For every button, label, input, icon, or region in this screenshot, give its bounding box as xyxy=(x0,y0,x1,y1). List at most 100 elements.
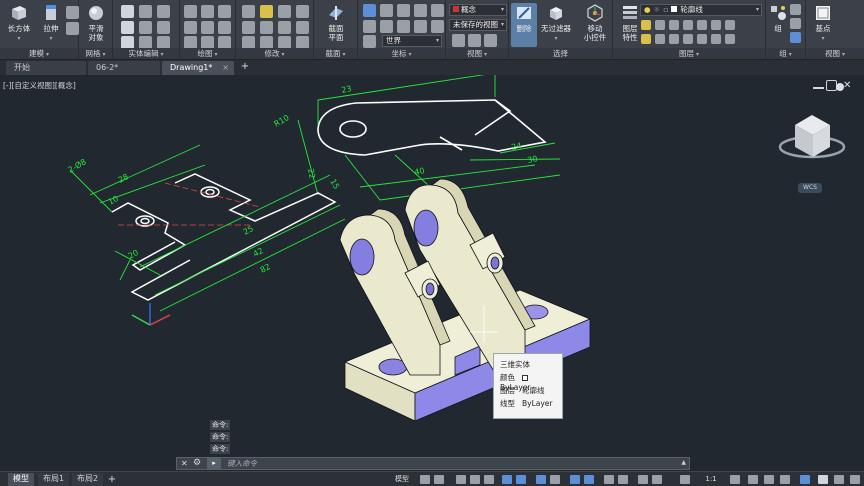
group-button[interactable]: 组 xyxy=(768,3,788,47)
model-space-button[interactable]: 模型 xyxy=(393,474,411,485)
annotation-scale-value[interactable]: 1:1 xyxy=(704,474,718,485)
ucs-tool-2[interactable] xyxy=(380,4,393,17)
ucs-tool-8[interactable] xyxy=(397,20,410,33)
circle-tool[interactable] xyxy=(218,5,231,18)
layer-tool-1[interactable] xyxy=(641,20,651,30)
ucs-tool-10[interactable] xyxy=(431,20,444,33)
solid-tool-3[interactable] xyxy=(157,5,170,18)
layer-tool-3[interactable] xyxy=(669,20,679,30)
units-icon[interactable] xyxy=(764,475,774,484)
ucs-tool-4[interactable] xyxy=(414,4,427,17)
panel-title-layers[interactable]: 图层 ▾ xyxy=(613,48,765,59)
ucs-combo[interactable]: 世界 ▾ xyxy=(382,35,442,47)
rotate-tool[interactable] xyxy=(260,5,273,18)
box-button[interactable]: 长方体 ▾ xyxy=(4,3,34,47)
ucs-tool-9[interactable] xyxy=(414,20,427,33)
ucs-tool-5[interactable] xyxy=(431,4,444,17)
osnap-tracking-icon[interactable] xyxy=(502,475,512,484)
ucs-tool-6[interactable] xyxy=(363,20,376,33)
panel-title-solid-edit[interactable]: 实体编辑 ▾ xyxy=(113,48,179,59)
delete-button[interactable]: 删除 xyxy=(511,3,537,47)
viewcube[interactable] xyxy=(778,83,846,159)
wcs-menu[interactable]: WCS xyxy=(798,183,822,193)
panel-title-mesh[interactable]: 网格 ▾ xyxy=(79,48,112,59)
layer-combo[interactable]: ● ☼ ▫ 轮廓线 ▾ xyxy=(640,4,762,16)
workspace-gear-icon[interactable] xyxy=(730,475,740,484)
section-plane-button[interactable]: 截面 平面 xyxy=(321,3,351,47)
snap-icon[interactable] xyxy=(434,475,444,484)
panel-title-view-base[interactable]: 视图 ▾ xyxy=(806,48,864,59)
new-tab-button[interactable]: + xyxy=(238,61,252,74)
modeling-tool-2[interactable] xyxy=(66,22,79,35)
osnap-icon[interactable] xyxy=(516,475,526,484)
move-tool[interactable] xyxy=(242,5,255,18)
solid-union-tool[interactable] xyxy=(121,5,134,18)
arc-tool[interactable] xyxy=(184,21,197,34)
quick-properties-icon[interactable] xyxy=(780,475,790,484)
annotation-monitor-icon[interactable] xyxy=(748,475,758,484)
visual-style-combo[interactable]: 概念 ▾ xyxy=(449,4,507,16)
panel-title-draw[interactable]: 绘图 ▾ xyxy=(180,48,235,59)
viewcube-home-icon[interactable] xyxy=(836,83,844,91)
lineweight-icon[interactable] xyxy=(604,475,614,484)
annotation-scale-icon[interactable] xyxy=(680,475,690,484)
panel-title-coordinates[interactable]: 坐标 ▾ xyxy=(358,48,445,59)
view-tool-2[interactable] xyxy=(468,34,481,47)
layer-tool-13[interactable] xyxy=(711,34,721,44)
solid-tool-2[interactable] xyxy=(139,5,152,18)
drawing-viewport[interactable]: [-][自定义视图][概念] ✕ 23 R10 22 24 30 40 15 2… xyxy=(0,75,864,455)
ucs-tool-3[interactable] xyxy=(397,4,410,17)
view-tool-1[interactable] xyxy=(452,34,465,47)
selection-filter-icon[interactable] xyxy=(570,475,580,484)
layer-tool-8[interactable] xyxy=(641,34,651,44)
isolate-objects-icon[interactable] xyxy=(800,475,810,484)
layer-tool-10[interactable] xyxy=(669,34,679,44)
group-tool-2[interactable] xyxy=(790,18,801,29)
saved-view-combo[interactable]: 未保存的视图 ▾ xyxy=(449,19,507,31)
fillet-tool[interactable] xyxy=(278,21,291,34)
layer-tool-14[interactable] xyxy=(725,34,735,44)
tab-start[interactable]: 开始 xyxy=(6,61,86,75)
tab-model[interactable]: 模型 xyxy=(8,473,34,486)
ucs-tool-1[interactable] xyxy=(363,4,376,17)
command-history-toggle-icon[interactable]: ▲ xyxy=(681,459,686,466)
panel-title-modify[interactable]: 修改 ▾ xyxy=(236,48,313,59)
panel-title-groups[interactable]: 组 ▾ xyxy=(766,48,805,59)
tab-drawing1[interactable]: Drawing1* × xyxy=(162,61,234,75)
hardware-acceleration-icon[interactable] xyxy=(818,475,828,484)
polyline-tool[interactable] xyxy=(201,5,214,18)
3d-osnap-icon[interactable] xyxy=(536,475,546,484)
no-filter-button[interactable]: 无过滤器 ▾ xyxy=(539,3,573,47)
selection-cycling-icon[interactable] xyxy=(638,475,648,484)
polar-icon[interactable] xyxy=(470,475,480,484)
tab-layout1[interactable]: 布局1 xyxy=(38,473,70,486)
extrude-button[interactable]: 拉伸 ▾ xyxy=(36,3,66,47)
annotation-visibility-icon[interactable] xyxy=(652,475,662,484)
layer-tool-11[interactable] xyxy=(683,34,693,44)
view-tool-3[interactable] xyxy=(484,34,497,47)
modify-tool-4[interactable] xyxy=(296,5,309,18)
trim-tool[interactable] xyxy=(278,5,291,18)
dynamic-ucs-icon[interactable] xyxy=(550,475,560,484)
layer-tool-12[interactable] xyxy=(697,34,707,44)
add-layout-button[interactable]: + xyxy=(106,474,118,485)
copy-tool[interactable] xyxy=(242,21,255,34)
gizmo-status-icon[interactable] xyxy=(584,475,594,484)
group-tool-1[interactable] xyxy=(790,4,801,15)
rectangle-tool[interactable] xyxy=(201,21,214,34)
modify-tool-8[interactable] xyxy=(296,21,309,34)
transparency-icon[interactable] xyxy=(618,475,628,484)
close-icon[interactable]: ✕ xyxy=(181,459,188,468)
customize-wrench-icon[interactable]: ⚙ xyxy=(193,458,201,468)
modeling-tool-1[interactable] xyxy=(66,6,79,19)
ucs-icon-tool[interactable] xyxy=(363,35,376,48)
ellipse-tool[interactable] xyxy=(218,21,231,34)
layer-tool-6[interactable] xyxy=(711,20,721,30)
base-view-button[interactable]: 基点 ▾ xyxy=(808,3,838,47)
layer-tool-7[interactable] xyxy=(725,20,735,30)
panel-title-modeling[interactable]: 建模 ▾ xyxy=(0,48,78,59)
panel-title-selection[interactable]: 选择 xyxy=(509,48,612,59)
panel-title-view[interactable]: 视图 ▾ xyxy=(446,48,508,59)
command-prompt-icon[interactable]: ▸ xyxy=(207,458,221,469)
line-tool[interactable] xyxy=(184,5,197,18)
